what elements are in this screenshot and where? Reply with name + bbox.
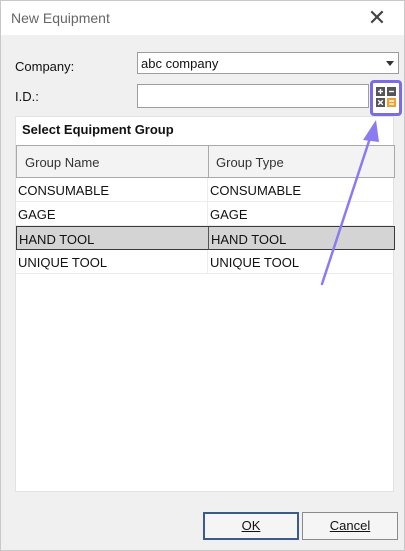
calculator-icon [376, 87, 396, 107]
table-row[interactable]: UNIQUE TOOL UNIQUE TOOL [16, 250, 395, 274]
cell-group-name: HAND TOOL [19, 232, 95, 247]
ok-button[interactable]: OK [203, 512, 299, 540]
cell-group-type: HAND TOOL [211, 232, 287, 247]
table-row-selected[interactable]: HAND TOOL HAND TOOL [16, 226, 395, 250]
group-section-header: Select Equipment Group [22, 122, 174, 137]
column-header-group-type[interactable]: Group Type [216, 155, 284, 170]
grid-header-row: Group Name Group Type [16, 145, 395, 178]
cell-group-name: GAGE [18, 207, 56, 222]
cell-divider [207, 250, 208, 273]
id-input[interactable] [137, 84, 369, 108]
cell-divider [207, 202, 208, 225]
equipment-group-panel: Select Equipment Group Group Name Group … [15, 116, 395, 492]
cell-group-type: CONSUMABLE [210, 183, 302, 198]
calculator-button[interactable] [370, 80, 402, 116]
company-value: abc company [141, 56, 219, 71]
new-equipment-dialog: New Equipment ✕ Company: abc company I.D… [0, 0, 405, 551]
cell-divider [207, 178, 208, 201]
company-label: Company: [15, 59, 75, 74]
column-header-group-name[interactable]: Group Name [25, 155, 99, 170]
cell-group-type: UNIQUE TOOL [210, 255, 300, 270]
close-icon[interactable]: ✕ [365, 7, 389, 31]
title-bar: New Equipment ✕ [1, 1, 404, 35]
cell-group-name: UNIQUE TOOL [18, 255, 108, 270]
cell-divider [208, 227, 209, 250]
cell-group-name: CONSUMABLE [18, 183, 110, 198]
id-label: I.D.: [15, 89, 39, 104]
chevron-down-icon[interactable] [386, 61, 394, 66]
company-dropdown[interactable]: abc company [137, 52, 399, 74]
cell-group-type: GAGE [210, 207, 248, 222]
column-divider[interactable] [208, 146, 209, 177]
table-row[interactable]: CONSUMABLE CONSUMABLE [16, 178, 395, 202]
cancel-button[interactable]: Cancel [302, 512, 398, 540]
group-grid: Group Name Group Type CONSUMABLE CONSUMA… [16, 145, 395, 274]
table-row[interactable]: GAGE GAGE [16, 202, 395, 226]
dialog-title: New Equipment [11, 10, 110, 26]
